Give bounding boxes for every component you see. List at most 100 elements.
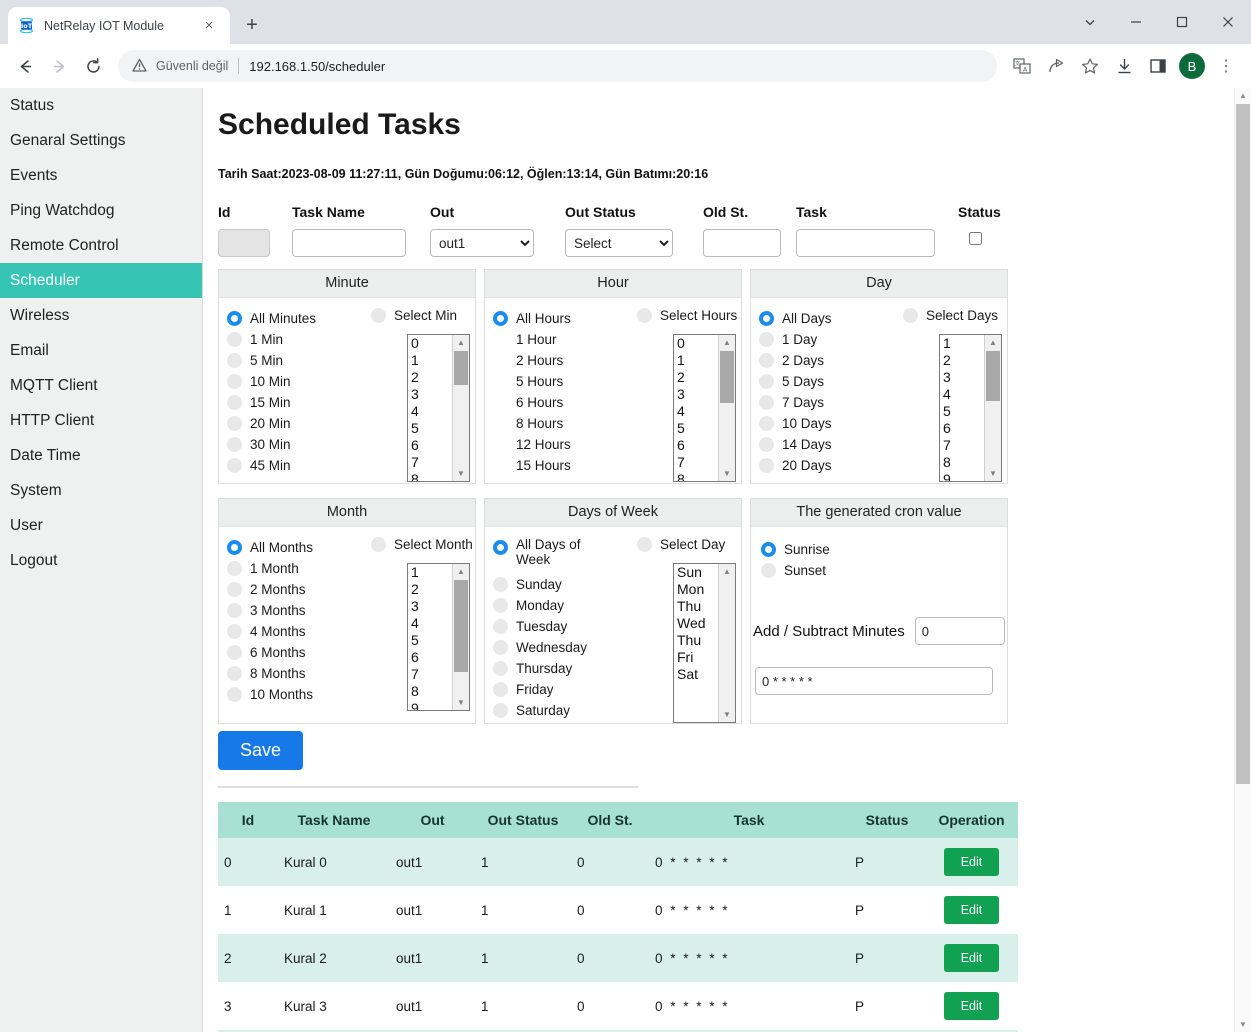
- list-item[interactable]: Mon: [677, 581, 717, 598]
- sidebar-item-mqtt-client[interactable]: MQTT Client: [0, 368, 202, 403]
- sidebar-item-email[interactable]: Email: [0, 333, 202, 368]
- minute-listbox[interactable]: 0 1 2 3 4 5 6 7 8 9: [407, 334, 470, 482]
- new-tab-button[interactable]: +: [236, 9, 268, 41]
- list-item[interactable]: 4: [677, 403, 717, 420]
- radio-icon[interactable]: [227, 561, 242, 576]
- radio-icon[interactable]: [227, 311, 242, 326]
- scroll-down-icon[interactable]: ▼: [985, 466, 1001, 481]
- hour-radio-6[interactable]: 6 Hours: [493, 392, 628, 413]
- forward-icon[interactable]: [42, 49, 76, 83]
- radio-icon[interactable]: [493, 577, 508, 592]
- day-radio-2[interactable]: 2 Days: [759, 350, 894, 371]
- hour-radio-12[interactable]: 12 Hours: [493, 434, 628, 455]
- edit-button[interactable]: Edit: [944, 896, 1000, 924]
- day-listbox[interactable]: 1 2 3 4 5 6 7 8 9 10: [939, 334, 1002, 482]
- scroll-up-icon[interactable]: ▲: [985, 335, 1001, 350]
- radio-icon[interactable]: [227, 374, 242, 389]
- scroll-thumb[interactable]: [986, 351, 1000, 401]
- id-input[interactable]: [218, 229, 270, 257]
- radio-icon[interactable]: [493, 619, 508, 634]
- download-icon[interactable]: [1107, 49, 1141, 83]
- list-item[interactable]: 8: [943, 454, 983, 471]
- month-radio-1[interactable]: 1 Month: [227, 558, 362, 579]
- radio-icon[interactable]: [493, 540, 508, 555]
- list-item[interactable]: 5: [943, 403, 983, 420]
- address-bar[interactable]: Güvenli değil 192.168.1.50/scheduler: [118, 50, 997, 82]
- hour-select-hours-option[interactable]: Select Hours: [637, 308, 737, 323]
- radio-icon[interactable]: [371, 537, 386, 552]
- radio-icon[interactable]: [903, 308, 918, 323]
- day-listbox-scrollbar[interactable]: ▲ ▼: [984, 335, 1001, 481]
- radio-icon[interactable]: [759, 311, 774, 326]
- chrome-menu-icon[interactable]: ⋮: [1209, 49, 1243, 83]
- save-button[interactable]: Save: [218, 731, 303, 770]
- list-item[interactable]: 7: [411, 666, 451, 683]
- list-item[interactable]: 3: [677, 386, 717, 403]
- hour-radio-2[interactable]: 2 Hours: [493, 350, 628, 371]
- list-item[interactable]: 4: [943, 386, 983, 403]
- list-item[interactable]: 1: [943, 335, 983, 352]
- page-scrollbar[interactable]: ▲ ▼: [1234, 88, 1251, 1032]
- list-item[interactable]: 6: [411, 649, 451, 666]
- dow-select-day-option[interactable]: Select Day: [637, 537, 725, 552]
- sidebar-item-http-client[interactable]: HTTP Client: [0, 403, 202, 438]
- minute-radio-5[interactable]: 5 Min: [227, 350, 362, 371]
- minute-select-min-option[interactable]: Select Min: [371, 308, 457, 323]
- bookmark-star-icon[interactable]: [1073, 49, 1107, 83]
- side-panel-icon[interactable]: [1141, 49, 1175, 83]
- day-select-days-option[interactable]: Select Days: [903, 308, 998, 323]
- radio-icon[interactable]: [227, 624, 242, 639]
- task-input[interactable]: [796, 229, 935, 257]
- list-item[interactable]: 7: [411, 454, 451, 471]
- tab-close-icon[interactable]: ×: [198, 15, 220, 37]
- radio-icon[interactable]: [227, 353, 242, 368]
- dow-radio-monday[interactable]: Monday: [493, 595, 628, 616]
- list-item[interactable]: 7: [943, 437, 983, 454]
- sidebar-item-events[interactable]: Events: [0, 158, 202, 193]
- page-scroll-up-icon[interactable]: ▲: [1235, 88, 1251, 103]
- radio-icon[interactable]: [227, 603, 242, 618]
- radio-icon[interactable]: [493, 416, 508, 431]
- sidebar-item-date-time[interactable]: Date Time: [0, 438, 202, 473]
- dow-radio-wednesday[interactable]: Wednesday: [493, 637, 628, 658]
- page-scroll-thumb[interactable]: [1236, 104, 1250, 784]
- list-item[interactable]: 8: [411, 471, 451, 482]
- radio-icon[interactable]: [761, 542, 776, 557]
- reload-icon[interactable]: [76, 49, 110, 83]
- list-item[interactable]: 2: [411, 581, 451, 598]
- list-item[interactable]: 4: [411, 403, 451, 420]
- list-item[interactable]: Thu: [677, 598, 717, 615]
- minute-radio-all[interactable]: All Minutes: [227, 308, 362, 329]
- minute-radio-45[interactable]: 45 Min: [227, 455, 362, 476]
- sidebar-item-remote-control[interactable]: Remote Control: [0, 228, 202, 263]
- list-item[interactable]: 0: [677, 335, 717, 352]
- edit-button[interactable]: Edit: [944, 848, 1000, 876]
- list-item[interactable]: 8: [411, 683, 451, 700]
- dow-radio-tuesday[interactable]: Tuesday: [493, 616, 628, 637]
- radio-icon[interactable]: [761, 563, 776, 578]
- radio-icon[interactable]: [227, 582, 242, 597]
- radio-icon[interactable]: [759, 353, 774, 368]
- status-checkbox[interactable]: [969, 232, 982, 245]
- profile-avatar[interactable]: B: [1179, 53, 1205, 79]
- list-item[interactable]: 7: [677, 454, 717, 471]
- dow-listbox-scrollbar[interactable]: ▲ ▼: [718, 564, 735, 722]
- list-item[interactable]: 3: [943, 369, 983, 386]
- back-icon[interactable]: [8, 49, 42, 83]
- scroll-up-icon[interactable]: ▲: [719, 335, 735, 350]
- cron-radio-sunset[interactable]: Sunset: [761, 560, 1007, 581]
- task-name-input[interactable]: [292, 229, 406, 257]
- minute-listbox-scrollbar[interactable]: ▲ ▼: [452, 335, 469, 481]
- month-radio-3[interactable]: 3 Months: [227, 600, 362, 621]
- hour-listbox[interactable]: 0 1 2 3 4 5 6 7 8 9: [673, 334, 736, 482]
- scroll-up-icon[interactable]: ▲: [719, 564, 735, 579]
- old-status-input[interactable]: [703, 229, 781, 257]
- radio-icon[interactable]: [227, 645, 242, 660]
- radio-icon[interactable]: [493, 458, 508, 473]
- day-radio-20[interactable]: 20 Days: [759, 455, 894, 476]
- edit-button[interactable]: Edit: [944, 992, 1000, 1020]
- minute-radio-10[interactable]: 10 Min: [227, 371, 362, 392]
- month-radio-6[interactable]: 6 Months: [227, 642, 362, 663]
- month-radio-2[interactable]: 2 Months: [227, 579, 362, 600]
- list-item[interactable]: Wed: [677, 615, 717, 632]
